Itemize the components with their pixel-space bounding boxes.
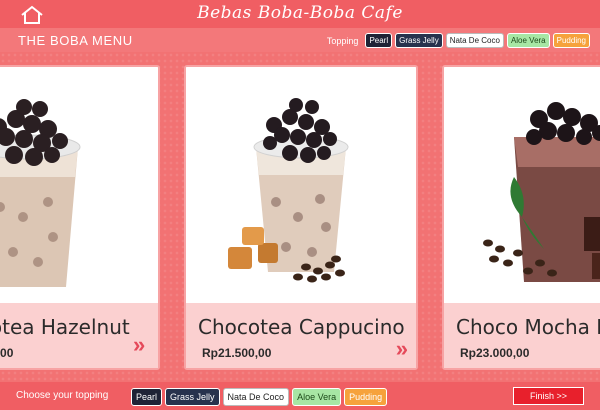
- drink-price: Rp21.500,00: [202, 346, 272, 360]
- topping-chip-nata-de-coco[interactable]: Nata De Coco: [445, 33, 504, 48]
- menu-card-chocotea-hazelnut[interactable]: Chocotea Hazelnut Rp21.500,00: [0, 65, 160, 370]
- topping-button-pudding[interactable]: Pudding: [344, 388, 388, 406]
- menu-title: THE BOBA MENU: [18, 33, 133, 48]
- topping-selector: Pearl Grass Jelly Nata De Coco Aloe Vera…: [131, 388, 388, 406]
- topping-legend: Topping Pearl Grass Jelly Nata De Coco A…: [327, 33, 590, 48]
- drink-name: Chocotea Cappucino: [198, 315, 405, 339]
- topping-chip-pearl[interactable]: Pearl: [365, 33, 393, 48]
- topping-button-grass-jelly[interactable]: Grass Jelly: [165, 388, 220, 406]
- card-info: Chocotea Cappucino Rp21.500,00 »: [186, 303, 416, 368]
- drink-image: [186, 67, 416, 303]
- top-bar: Bebas Boba-Boba Cafe: [0, 0, 600, 28]
- choose-topping-label: Choose your topping: [16, 390, 109, 401]
- topping-chip-pudding[interactable]: Pudding: [552, 33, 590, 48]
- topping-button-aloe-vera[interactable]: Aloe Vera: [292, 388, 342, 406]
- drink-price: Rp21.500,00: [0, 346, 14, 360]
- topping-button-pearl[interactable]: Pearl: [131, 388, 163, 406]
- drink-name: Choco Mocha Mix: [456, 315, 600, 339]
- sub-bar: THE BOBA MENU Topping Pearl Grass Jelly …: [0, 28, 600, 52]
- menu-card-chocotea-cappucino[interactable]: Chocotea Cappucino Rp21.500,00 »: [184, 65, 418, 370]
- topping-chip-grass-jelly[interactable]: Grass Jelly: [395, 33, 443, 48]
- chevron-right-icon[interactable]: »: [396, 338, 408, 360]
- app-title: Bebas Boba-Boba Cafe: [197, 3, 403, 23]
- card-info: Choco Mocha Mix Rp23.000,00: [444, 303, 600, 368]
- drink-price: Rp23.000,00: [460, 346, 530, 360]
- menu-card-choco-mocha[interactable]: Choco Mocha Mix Rp23.000,00: [442, 65, 600, 370]
- topping-chip-aloe-vera[interactable]: Aloe Vera: [506, 33, 550, 48]
- drink-image: [444, 67, 600, 303]
- menu-carousel[interactable]: Chocotea Hazelnut Rp21.500,00: [0, 52, 600, 382]
- drink-image: [0, 67, 158, 303]
- topping-button-nata-de-coco[interactable]: Nata De Coco: [222, 388, 290, 406]
- bottom-bar: Choose your topping Pearl Grass Jelly Na…: [0, 382, 600, 410]
- chevron-right-icon[interactable]: »: [133, 334, 145, 356]
- drink-name: Chocotea Hazelnut: [0, 315, 130, 339]
- finish-button[interactable]: Finish >>: [513, 387, 584, 405]
- topping-label: Topping: [326, 35, 359, 46]
